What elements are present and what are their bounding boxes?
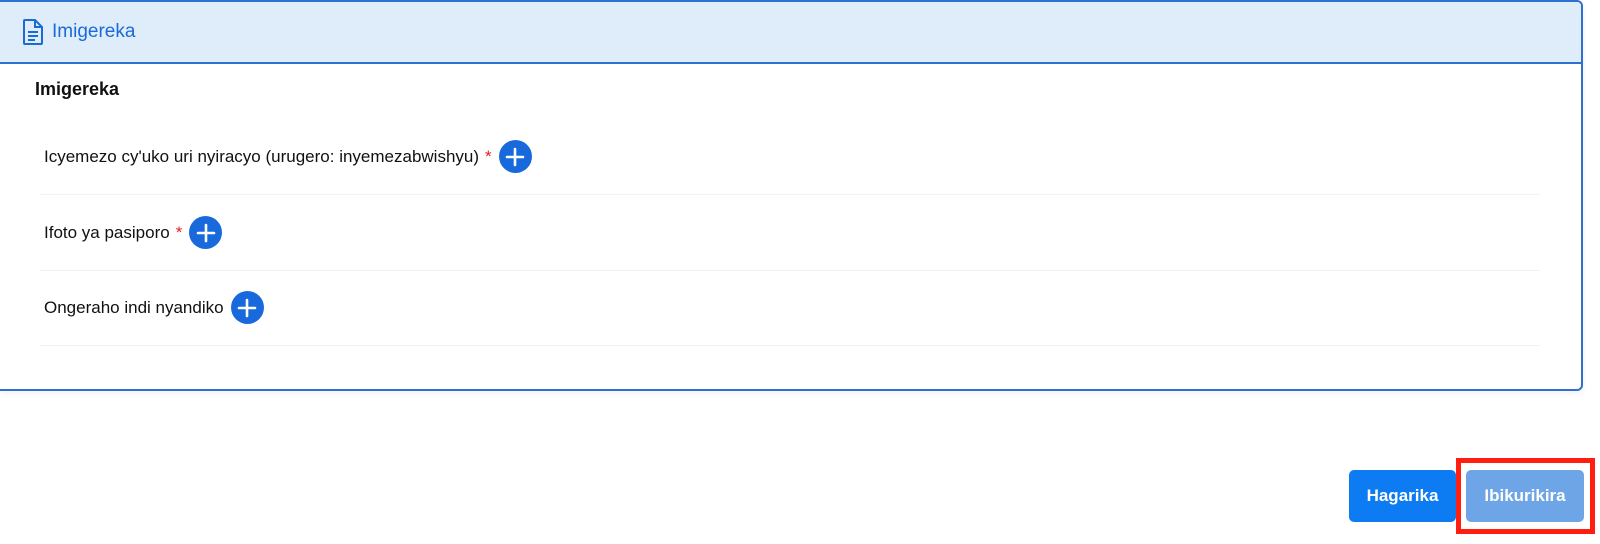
attachment-label: Ongeraho indi nyandiko: [44, 297, 224, 317]
next-button[interactable]: Ibikurikira: [1466, 470, 1584, 522]
attachment-row-other-document: Ongeraho indi nyandiko: [40, 270, 1540, 346]
add-attachment-button[interactable]: [189, 216, 223, 249]
plus-icon: [196, 223, 216, 242]
required-mark: *: [485, 146, 492, 166]
section-title: Imigereka: [35, 79, 120, 99]
card-title: Imigereka: [52, 21, 136, 42]
document-icon: [22, 19, 44, 45]
attachment-row-ownership: Icyemezo cy'uko uri nyiracyo (urugero: i…: [40, 119, 1540, 195]
plus-icon: [237, 298, 257, 317]
card-header: Imigereka: [0, 2, 1581, 64]
plus-icon: [505, 147, 525, 166]
attachments-card: Imigereka Imigereka Icyemezo cy'uko uri …: [0, 0, 1583, 391]
cancel-button[interactable]: Hagarika: [1349, 470, 1456, 522]
attachment-label: Ifoto ya pasiporo: [44, 222, 170, 242]
attachment-row-passport-photo: Ifoto ya pasiporo *: [40, 195, 1540, 271]
add-attachment-button[interactable]: [498, 140, 532, 173]
required-mark: *: [175, 222, 183, 242]
attachment-label: Icyemezo cy'uko uri nyiracyo (urugero: i…: [44, 146, 480, 166]
add-attachment-button[interactable]: [230, 291, 264, 324]
